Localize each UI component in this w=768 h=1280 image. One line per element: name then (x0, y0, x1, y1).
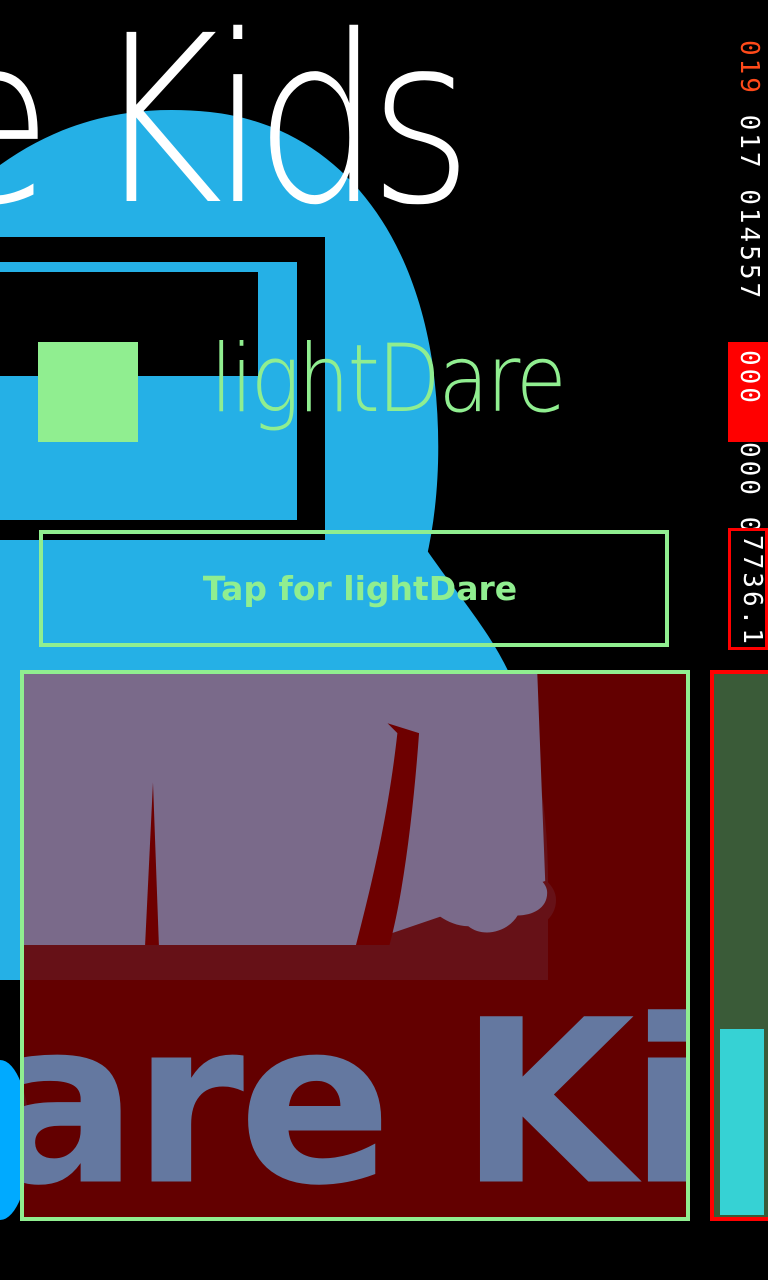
side-tile-logo-fragment (720, 1029, 764, 1215)
memory-counter-value: 000 (734, 350, 764, 406)
app-screen: e Kids lightDare Tap for lightDare are K… (0, 0, 768, 1280)
fill-rate-value: 7736.1 (737, 535, 767, 647)
dare-color-swatch (38, 342, 138, 442)
fill-rate-counter: 7736.1 (728, 528, 768, 650)
fps-white-value: 017 014557 (734, 114, 764, 302)
surface-counter-value: 000 01 (734, 442, 764, 530)
frame-rate-counter: 019 017 014557 (728, 40, 768, 340)
side-dare-tile[interactable] (710, 670, 768, 1221)
tile-logo-text: are Kid (24, 973, 686, 1217)
tile-mascot-overlay: are Kid (24, 674, 686, 1217)
fps-red-value: 019 (734, 40, 764, 96)
memory-counter: 000 (728, 342, 768, 442)
dare-section-heading: lightDare (210, 325, 567, 434)
tap-for-dare-label: Tap for lightDare (202, 569, 518, 608)
tap-for-dare-button[interactable]: Tap for lightDare (39, 530, 669, 647)
surface-counter: 000 01 (728, 442, 768, 530)
panorama-title: e Kids (0, 0, 473, 256)
main-dare-tile[interactable]: are Kid (20, 670, 690, 1221)
